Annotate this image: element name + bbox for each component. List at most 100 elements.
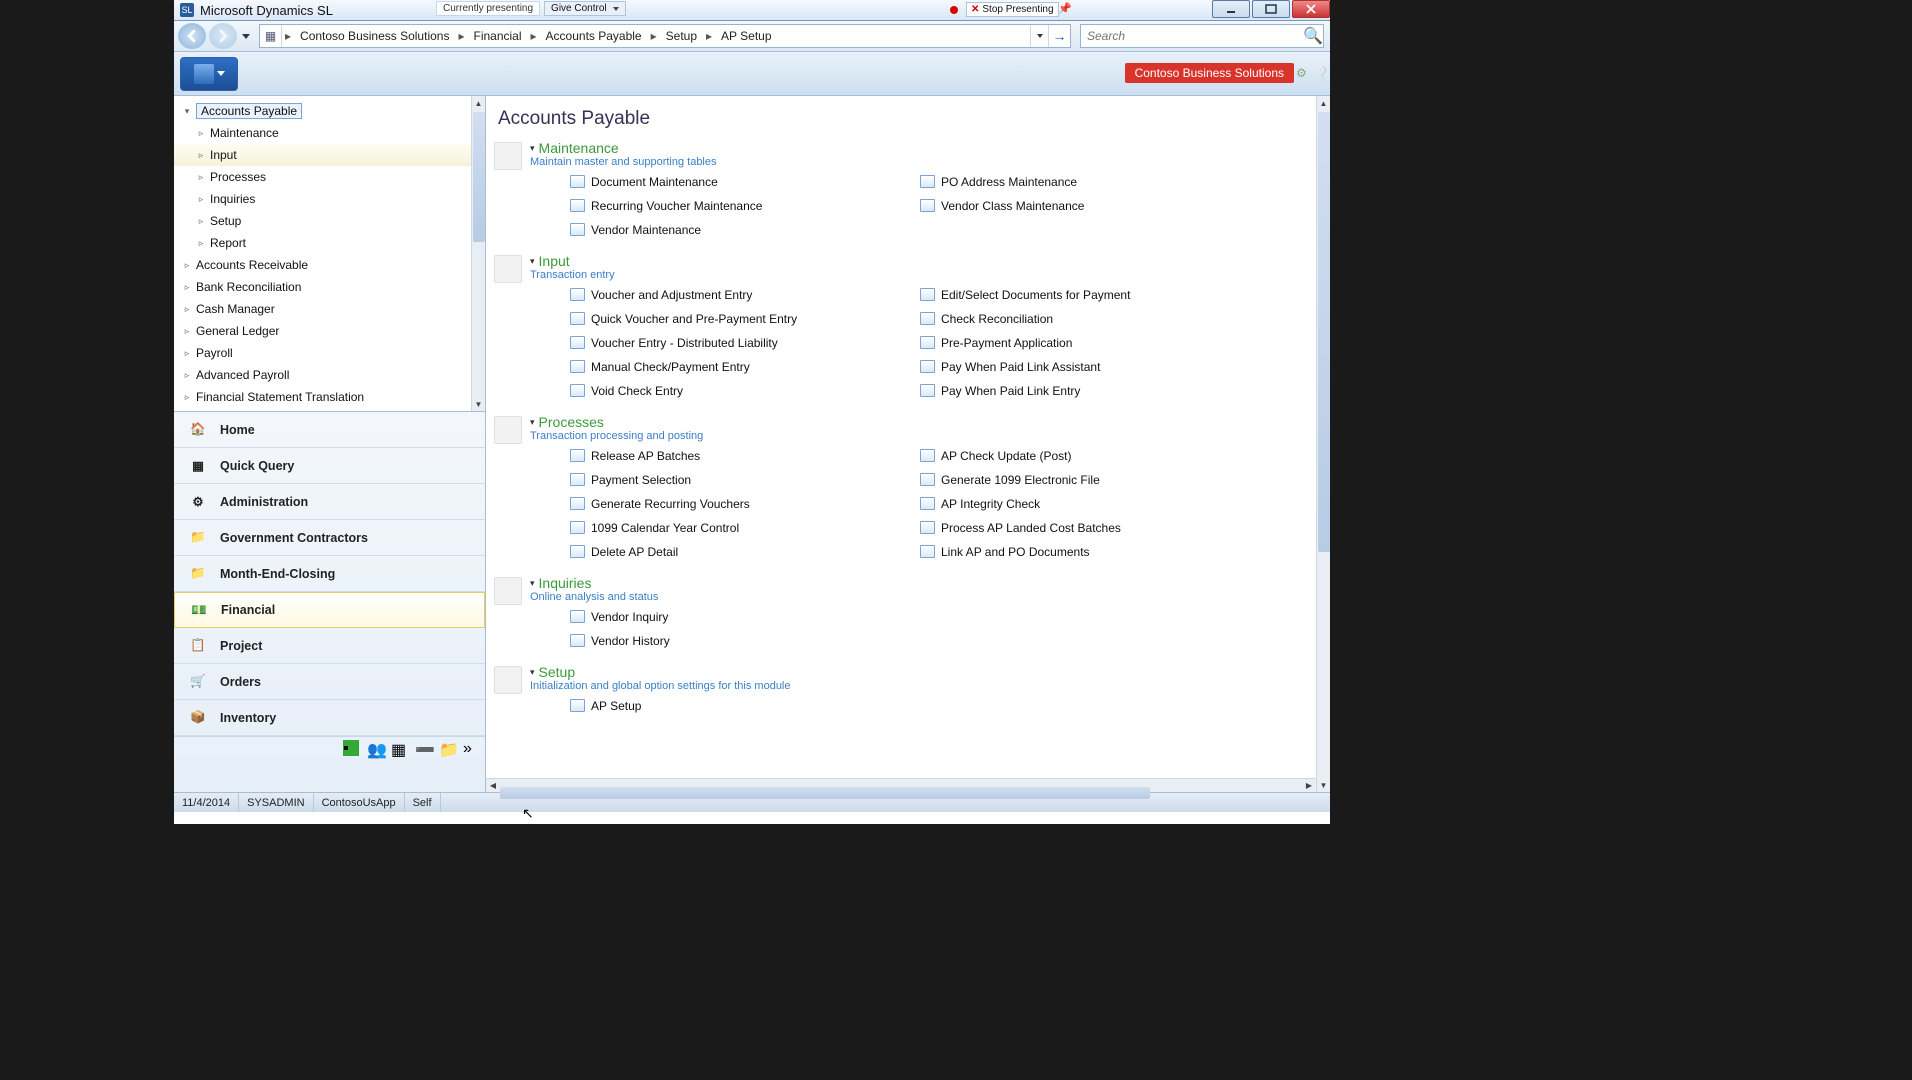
cursor-icon: ↖ (522, 805, 534, 822)
scroll-right-icon[interactable]: ▶ (1302, 781, 1316, 790)
tree-node[interactable]: ▹Setup (174, 210, 485, 232)
nav-forward-button[interactable] (209, 23, 237, 49)
sidebar-item-quick-query[interactable]: ▦Quick Query (174, 448, 485, 484)
tree-node[interactable]: ▹Input (174, 144, 485, 166)
scroll-left-icon[interactable]: ◀ (486, 781, 500, 790)
tree-node[interactable]: ▹Payroll (174, 342, 485, 364)
link-item[interactable]: AP Integrity Check (920, 492, 1260, 515)
strip-expand-icon[interactable]: » (463, 740, 479, 756)
tree-node[interactable]: ▹Report (174, 232, 485, 254)
close-button[interactable] (1292, 0, 1330, 18)
link-item[interactable]: Delete AP Detail (570, 540, 910, 563)
pin-icon[interactable]: 📌 (1058, 2, 1070, 16)
strip-icon[interactable]: 👥 (367, 740, 383, 756)
sidebar-item-government-contractors[interactable]: 📁Government Contractors (174, 520, 485, 556)
content-h-scrollbar[interactable]: ◀ ▶ (486, 778, 1316, 792)
tree-node[interactable]: ▹Financial Statement Translation (174, 386, 485, 408)
sidebar-item-administration[interactable]: ⚙Administration (174, 484, 485, 520)
scroll-down-icon[interactable]: ▼ (472, 397, 485, 411)
breadcrumb-dropdown[interactable] (1030, 25, 1048, 47)
tree-node[interactable]: ▹Processes (174, 166, 485, 188)
sidebar-item-orders[interactable]: 🛒Orders (174, 664, 485, 700)
section-title[interactable]: ▾Processes (530, 414, 1330, 430)
strip-icon[interactable]: 📁 (439, 740, 455, 756)
stop-presenting-button[interactable]: ✕Stop Presenting (966, 2, 1059, 17)
section-title[interactable]: ▾Inquiries (530, 575, 1330, 591)
link-item[interactable]: Pre-Payment Application (920, 331, 1260, 354)
link-item[interactable]: Vendor Maintenance (570, 218, 910, 241)
company-badge[interactable]: Contoso Business Solutions (1125, 63, 1294, 83)
scroll-up-icon[interactable]: ▲ (1317, 96, 1330, 110)
customize-icon[interactable]: ⚙ (1296, 66, 1310, 80)
tree-node[interactable]: ▹Maintenance (174, 122, 485, 144)
link-item[interactable]: Voucher Entry - Distributed Liability (570, 331, 910, 354)
app-menu-button[interactable] (180, 57, 238, 91)
tree-scrollbar[interactable]: ▲ ▼ (471, 96, 485, 411)
link-item[interactable]: Payment Selection (570, 468, 910, 491)
maximize-button[interactable] (1252, 0, 1290, 18)
link-item[interactable]: PO Address Maintenance (920, 170, 1260, 193)
breadcrumb-item[interactable]: Setup (660, 25, 703, 47)
link-item[interactable]: Release AP Batches (570, 444, 910, 467)
status-db: ContosoUsApp (314, 793, 405, 812)
link-item[interactable]: Pay When Paid Link Entry (920, 379, 1260, 402)
main-split: ▾Accounts Payable ▹Maintenance ▹Input ▹P… (174, 96, 1330, 792)
sidebar-item-inventory[interactable]: 📦Inventory (174, 700, 485, 736)
strip-icon[interactable]: ▪ (343, 740, 359, 756)
link-item[interactable]: Vendor Class Maintenance (920, 194, 1260, 217)
tree-node[interactable]: ▹Cash Manager (174, 298, 485, 320)
link-item[interactable]: Edit/Select Documents for Payment (920, 283, 1260, 306)
breadcrumb-item[interactable]: AP Setup (715, 25, 777, 47)
link-item[interactable]: Voucher and Adjustment Entry (570, 283, 910, 306)
tree-node[interactable]: ▹Advanced Payroll (174, 364, 485, 386)
breadcrumb-item[interactable]: Contoso Business Solutions (294, 25, 455, 47)
link-item[interactable]: Process AP Landed Cost Batches (920, 516, 1260, 539)
link-item[interactable]: 1099 Calendar Year Control (570, 516, 910, 539)
sidebar-item-month-end-closing[interactable]: 📁Month-End-Closing (174, 556, 485, 592)
nav-back-button[interactable] (178, 23, 206, 49)
tree-node[interactable]: ▹Bank Reconciliation (174, 276, 485, 298)
sidebar-item-home[interactable]: 🏠Home (174, 412, 485, 448)
link-item[interactable]: Pay When Paid Link Assistant (920, 355, 1260, 378)
minimize-button[interactable] (1212, 0, 1250, 18)
link-item[interactable]: AP Setup (570, 694, 910, 717)
link-item[interactable]: Generate Recurring Vouchers (570, 492, 910, 515)
link-item[interactable]: Generate 1099 Electronic File (920, 468, 1260, 491)
give-control-button[interactable]: Give Control (544, 1, 626, 16)
section-title[interactable]: ▾Input (530, 253, 1330, 269)
link-item[interactable]: Manual Check/Payment Entry (570, 355, 910, 378)
scroll-thumb[interactable] (1318, 112, 1330, 552)
tree-node[interactable]: ▹General Ledger (174, 320, 485, 342)
link-item[interactable]: Link AP and PO Documents (920, 540, 1260, 563)
sidebar-item-financial[interactable]: 💵Financial (174, 592, 485, 628)
breadcrumb-item[interactable]: Accounts Payable (540, 25, 648, 47)
link-item[interactable]: Void Check Entry (570, 379, 910, 402)
sidebar-item-project[interactable]: 📋Project (174, 628, 485, 664)
tree-node[interactable]: ▹Accounts Receivable (174, 254, 485, 276)
link-item[interactable]: Quick Voucher and Pre-Payment Entry (570, 307, 910, 330)
link-item[interactable]: AP Check Update (Post) (920, 444, 1260, 467)
link-item[interactable]: Document Maintenance (570, 170, 910, 193)
help-icon[interactable]: ❔ (1314, 66, 1328, 80)
search-icon[interactable]: 🔍 (1303, 26, 1323, 46)
content-scrollbar[interactable]: ▲ ▼ (1316, 96, 1330, 792)
link-item[interactable]: Vendor History (570, 629, 910, 652)
tree-node[interactable]: ▹Inquiries (174, 188, 485, 210)
tree-node-accounts-payable[interactable]: ▾Accounts Payable (174, 100, 485, 122)
scroll-up-icon[interactable]: ▲ (472, 96, 485, 110)
search-input[interactable] (1081, 29, 1303, 43)
scroll-thumb[interactable] (473, 112, 485, 242)
section-title[interactable]: ▾Maintenance (530, 140, 1330, 156)
breadcrumb-item[interactable]: Financial (467, 25, 527, 47)
breadcrumb-go-button[interactable]: → (1048, 25, 1070, 47)
strip-icon[interactable]: ▦ (391, 740, 407, 756)
link-item[interactable]: Check Reconciliation (920, 307, 1260, 330)
section-title[interactable]: ▾Setup (530, 664, 1330, 680)
scroll-thumb[interactable] (500, 787, 1150, 799)
link-item[interactable]: Recurring Voucher Maintenance (570, 194, 910, 217)
breadcrumb-root-icon[interactable]: ▦ (260, 25, 282, 47)
link-item[interactable]: Vendor Inquiry (570, 605, 910, 628)
strip-icon[interactable]: ➖ (415, 740, 431, 756)
nav-history-dropdown[interactable] (240, 25, 252, 47)
scroll-down-icon[interactable]: ▼ (1317, 778, 1330, 792)
